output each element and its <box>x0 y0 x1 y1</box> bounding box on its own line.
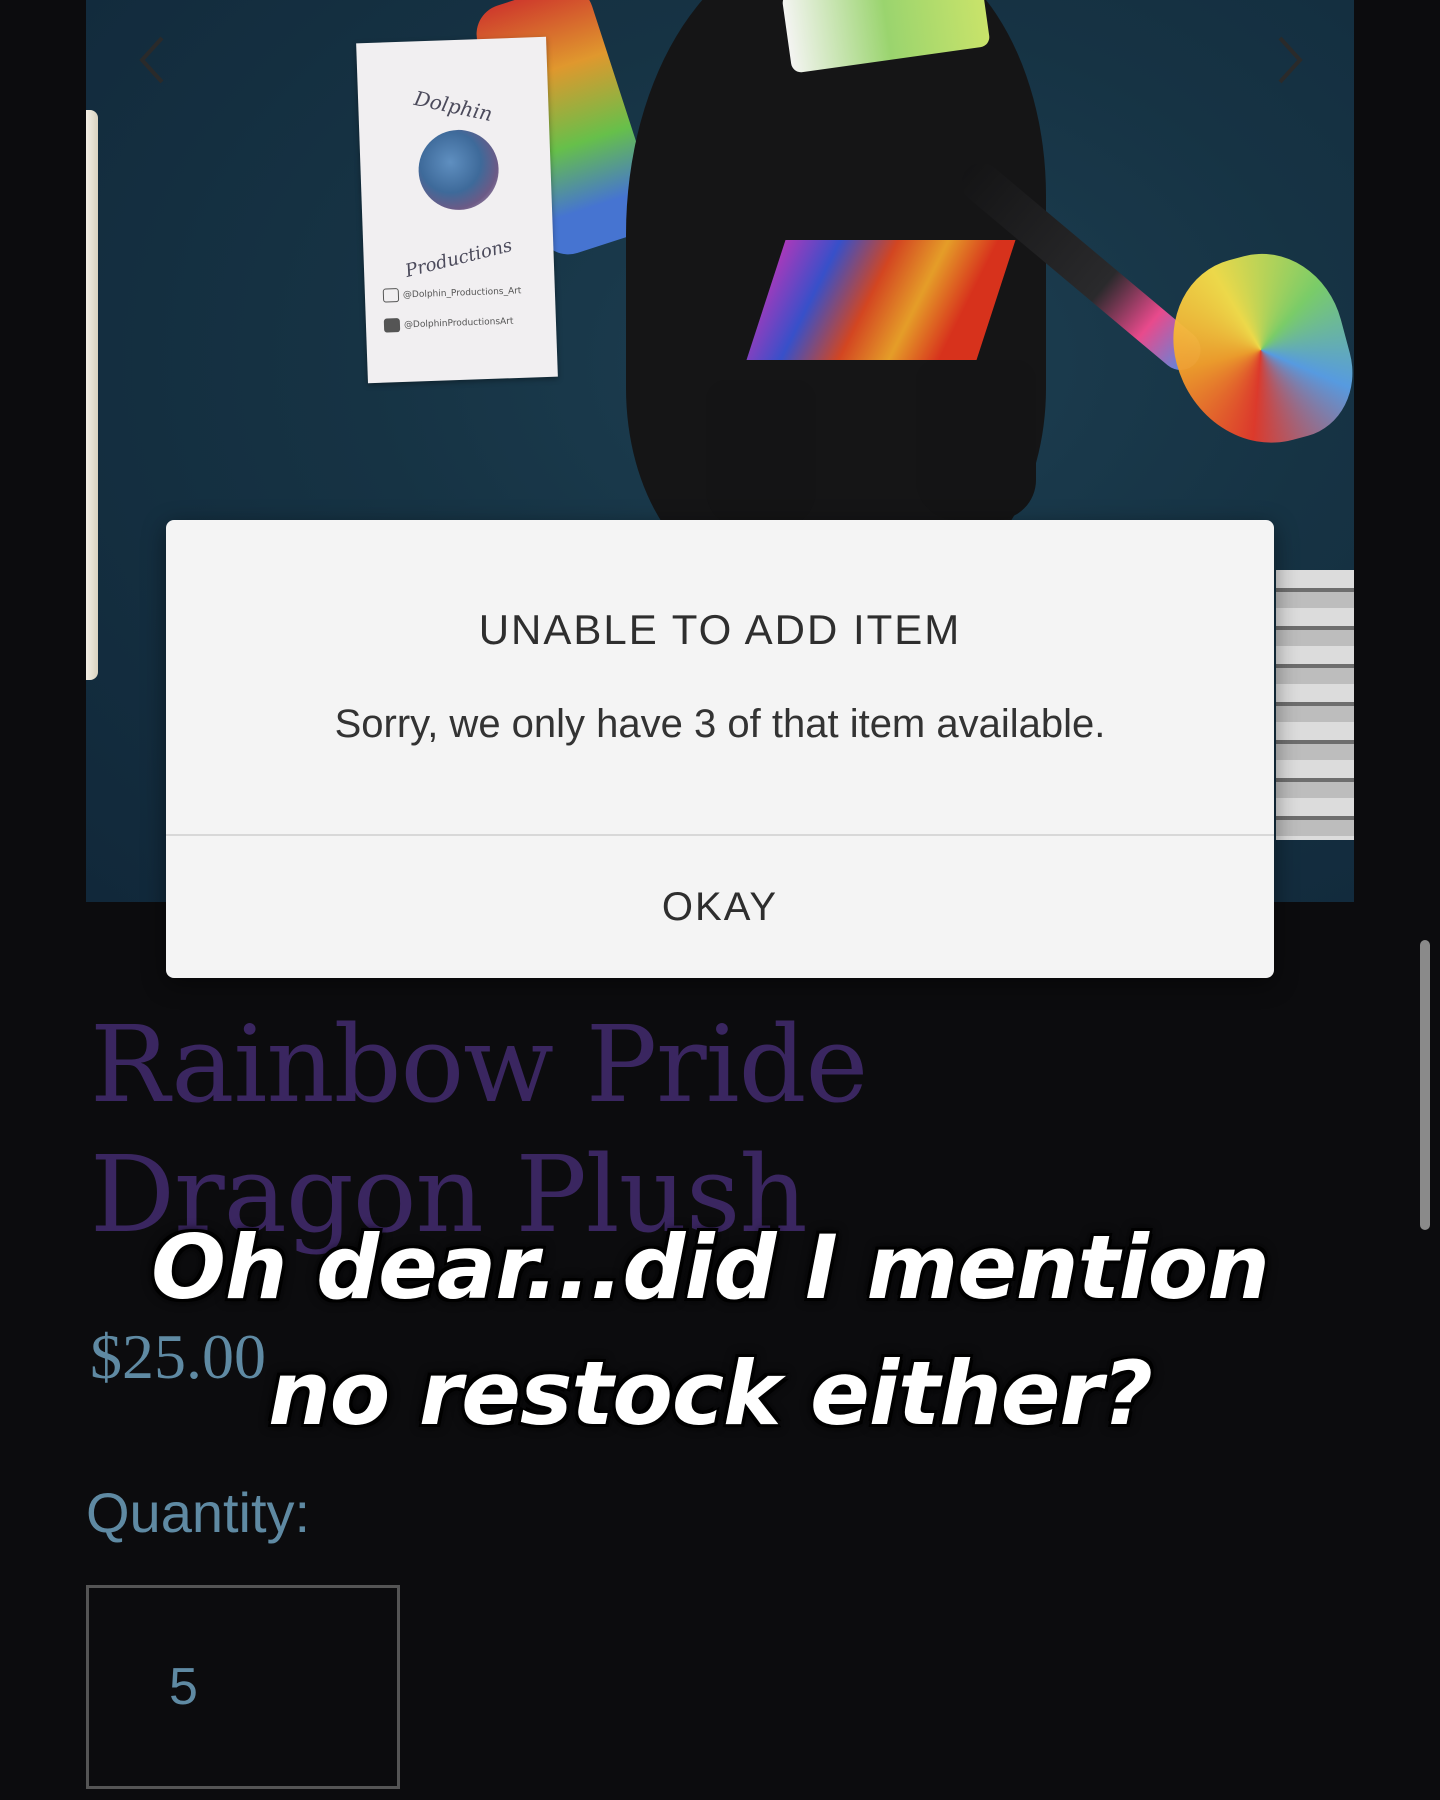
product-page: Dolphin Productions @Dolphin_Productions… <box>0 0 1440 1800</box>
youtube-icon <box>383 318 401 333</box>
dragon-leg <box>916 360 1036 520</box>
hang-tag: Dolphin Productions @Dolphin_Productions… <box>356 36 558 384</box>
modal-message: Sorry, we only have 3 of that item avail… <box>334 702 1106 746</box>
okay-button[interactable]: OKAY <box>166 836 1274 978</box>
tag-instagram-handle: @Dolphin_Productions_Art <box>402 286 522 301</box>
modal-title: UNABLE TO ADD ITEM <box>478 606 962 653</box>
gallery-prev-button[interactable] <box>132 30 176 90</box>
tag-brand: Dolphin <box>412 86 495 127</box>
tag-brand-sub: Productions <box>403 235 515 282</box>
dragon-tail-heart <box>1154 236 1354 464</box>
quantity-input[interactable] <box>86 1585 400 1789</box>
error-modal: UNABLE TO ADD ITEM Sorry, we only have 3… <box>166 520 1274 978</box>
instagram-icon <box>382 288 400 303</box>
background-books <box>1276 570 1354 840</box>
tag-youtube-handle: @DolphinProductionsArt <box>403 316 514 331</box>
dragon-leg <box>706 380 816 530</box>
dragon-wing <box>746 240 1016 360</box>
scrollbar[interactable] <box>1420 940 1430 1230</box>
shelf-edge <box>86 110 98 680</box>
caption-line-1: Oh dear...did I mention <box>151 1216 1270 1319</box>
gallery-next-button[interactable] <box>1266 30 1310 90</box>
chevron-left-icon <box>139 36 164 84</box>
video-caption: Oh dear...did I mention no restock eithe… <box>100 1205 1320 1457</box>
tag-youtube: @DolphinProductionsArt <box>383 314 514 333</box>
chevron-right-icon <box>1278 36 1303 84</box>
dolphin-logo-icon <box>417 128 500 212</box>
tag-instagram: @Dolphin_Productions_Art <box>382 284 522 303</box>
caption-line-2: no restock either? <box>268 1342 1153 1445</box>
quantity-label: Quantity: <box>86 1481 311 1544</box>
